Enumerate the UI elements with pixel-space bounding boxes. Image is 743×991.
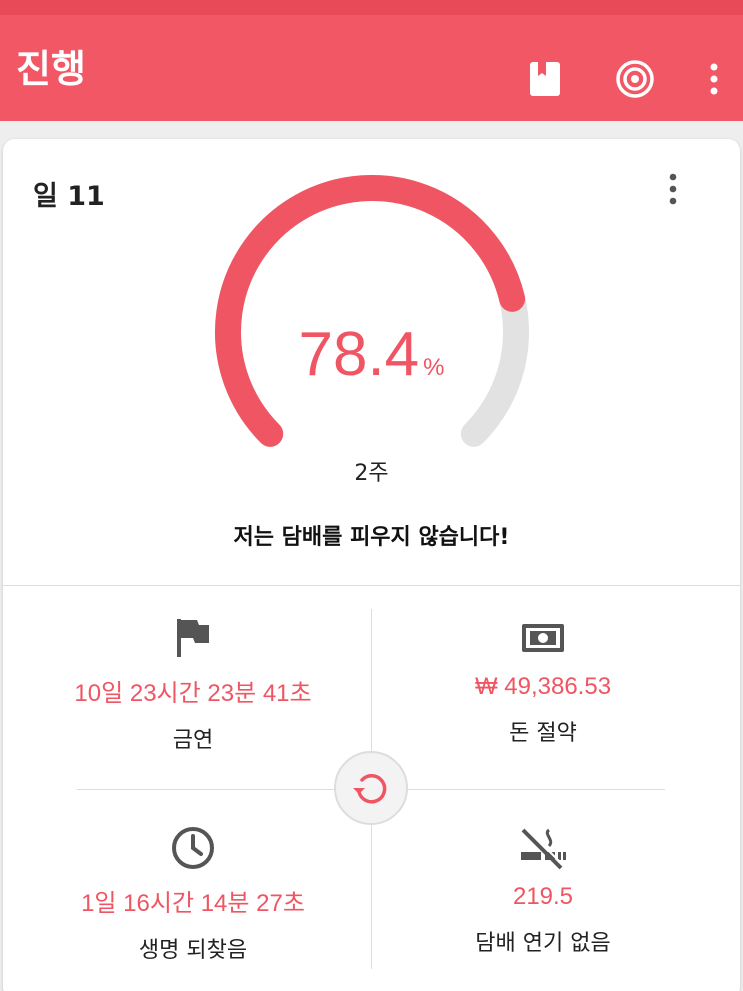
page-title: 진행	[16, 47, 86, 91]
clock-icon	[23, 825, 363, 871]
status-bar	[0, 0, 743, 15]
divider	[3, 585, 740, 586]
stat-value: 1일 16시간 14분 27초	[81, 890, 305, 917]
stat-life-regained: 1일 16시간 14분 27초 생명 되찾음	[23, 825, 363, 964]
bookmark-book-icon[interactable]	[525, 59, 565, 99]
progress-card: 일 11 78.4% 2주 저는 담배를 피우지 않습니다! 10일 23시간 …	[3, 139, 740, 991]
stat-cigarettes-avoided: 219.5 담배 연기 없음	[373, 825, 713, 957]
motto-text: 저는 담배를 피우지 않습니다!	[233, 525, 510, 550]
stat-money-saved: ₩ 49,386.53 돈 절약	[373, 615, 713, 747]
target-icon[interactable]	[615, 59, 655, 99]
reset-icon	[353, 774, 387, 804]
flag-icon	[23, 615, 363, 661]
stat-value: 10일 23시간 23분 41초	[74, 680, 312, 707]
stat-value: ₩ 49,386.53	[474, 673, 612, 700]
stat-smoke-free-time: 10일 23시간 23분 41초 금연	[23, 615, 363, 754]
stat-label: 금연	[172, 728, 214, 753]
gauge-fill	[215, 175, 526, 447]
reset-button[interactable]	[334, 751, 408, 825]
stat-value: 219.5	[512, 883, 574, 910]
stat-label: 돈 절약	[509, 721, 577, 746]
money-icon	[373, 615, 713, 661]
progress-percent: 78.4%	[3, 319, 740, 390]
more-vert-icon[interactable]	[694, 59, 734, 99]
percent-value: 78.4	[298, 320, 420, 389]
stat-label: 생명 되찾음	[138, 938, 248, 963]
goal-label: 2주	[354, 461, 389, 486]
no-smoking-icon	[373, 825, 713, 871]
stat-label: 담배 연기 없음	[475, 931, 611, 956]
app-bar: 진행	[0, 15, 743, 121]
percent-unit: %	[423, 354, 445, 381]
